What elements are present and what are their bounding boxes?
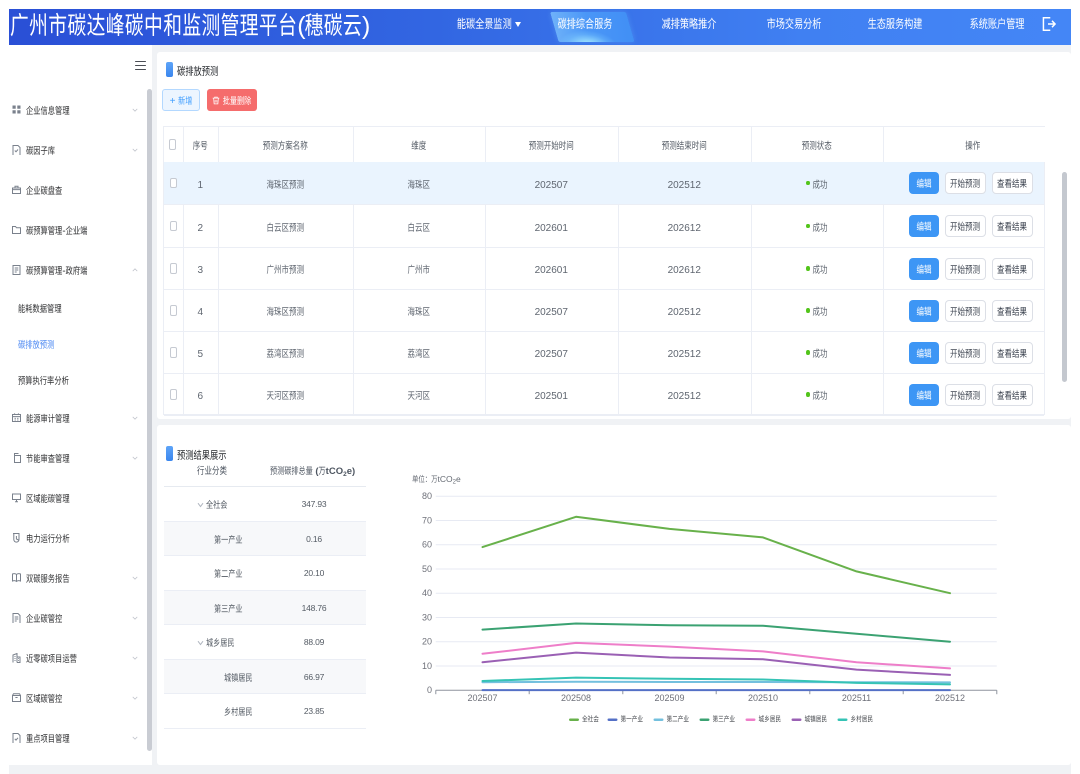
- svg-text:80: 80: [422, 489, 432, 502]
- svg-text:70: 70: [422, 514, 432, 527]
- svg-text:乡村居民: 乡村居民: [851, 714, 874, 725]
- svg-text:城镇居民: 城镇居民: [805, 714, 828, 725]
- svg-text:30: 30: [422, 611, 432, 624]
- svg-text:202509: 202509: [654, 691, 684, 704]
- svg-text:202510: 202510: [748, 691, 778, 704]
- svg-text:0: 0: [427, 683, 432, 696]
- svg-text:10: 10: [422, 659, 432, 672]
- svg-text:202512: 202512: [935, 691, 965, 704]
- svg-text:第一产业: 第一产业: [621, 714, 644, 725]
- svg-text:40: 40: [422, 586, 432, 599]
- svg-text:202511: 202511: [842, 691, 871, 704]
- svg-text:单位：万tCO2e: 单位：万tCO2e: [412, 473, 461, 486]
- svg-text:20: 20: [422, 635, 432, 648]
- svg-text:第三产业: 第三产业: [713, 714, 736, 725]
- svg-text:城乡居民: 城乡居民: [759, 714, 782, 725]
- svg-text:50: 50: [422, 562, 432, 575]
- svg-text:全社会: 全社会: [582, 714, 599, 725]
- svg-text:202507: 202507: [467, 691, 497, 704]
- svg-text:第二产业: 第二产业: [667, 714, 690, 725]
- svg-text:60: 60: [422, 538, 432, 551]
- svg-text:202508: 202508: [561, 691, 591, 704]
